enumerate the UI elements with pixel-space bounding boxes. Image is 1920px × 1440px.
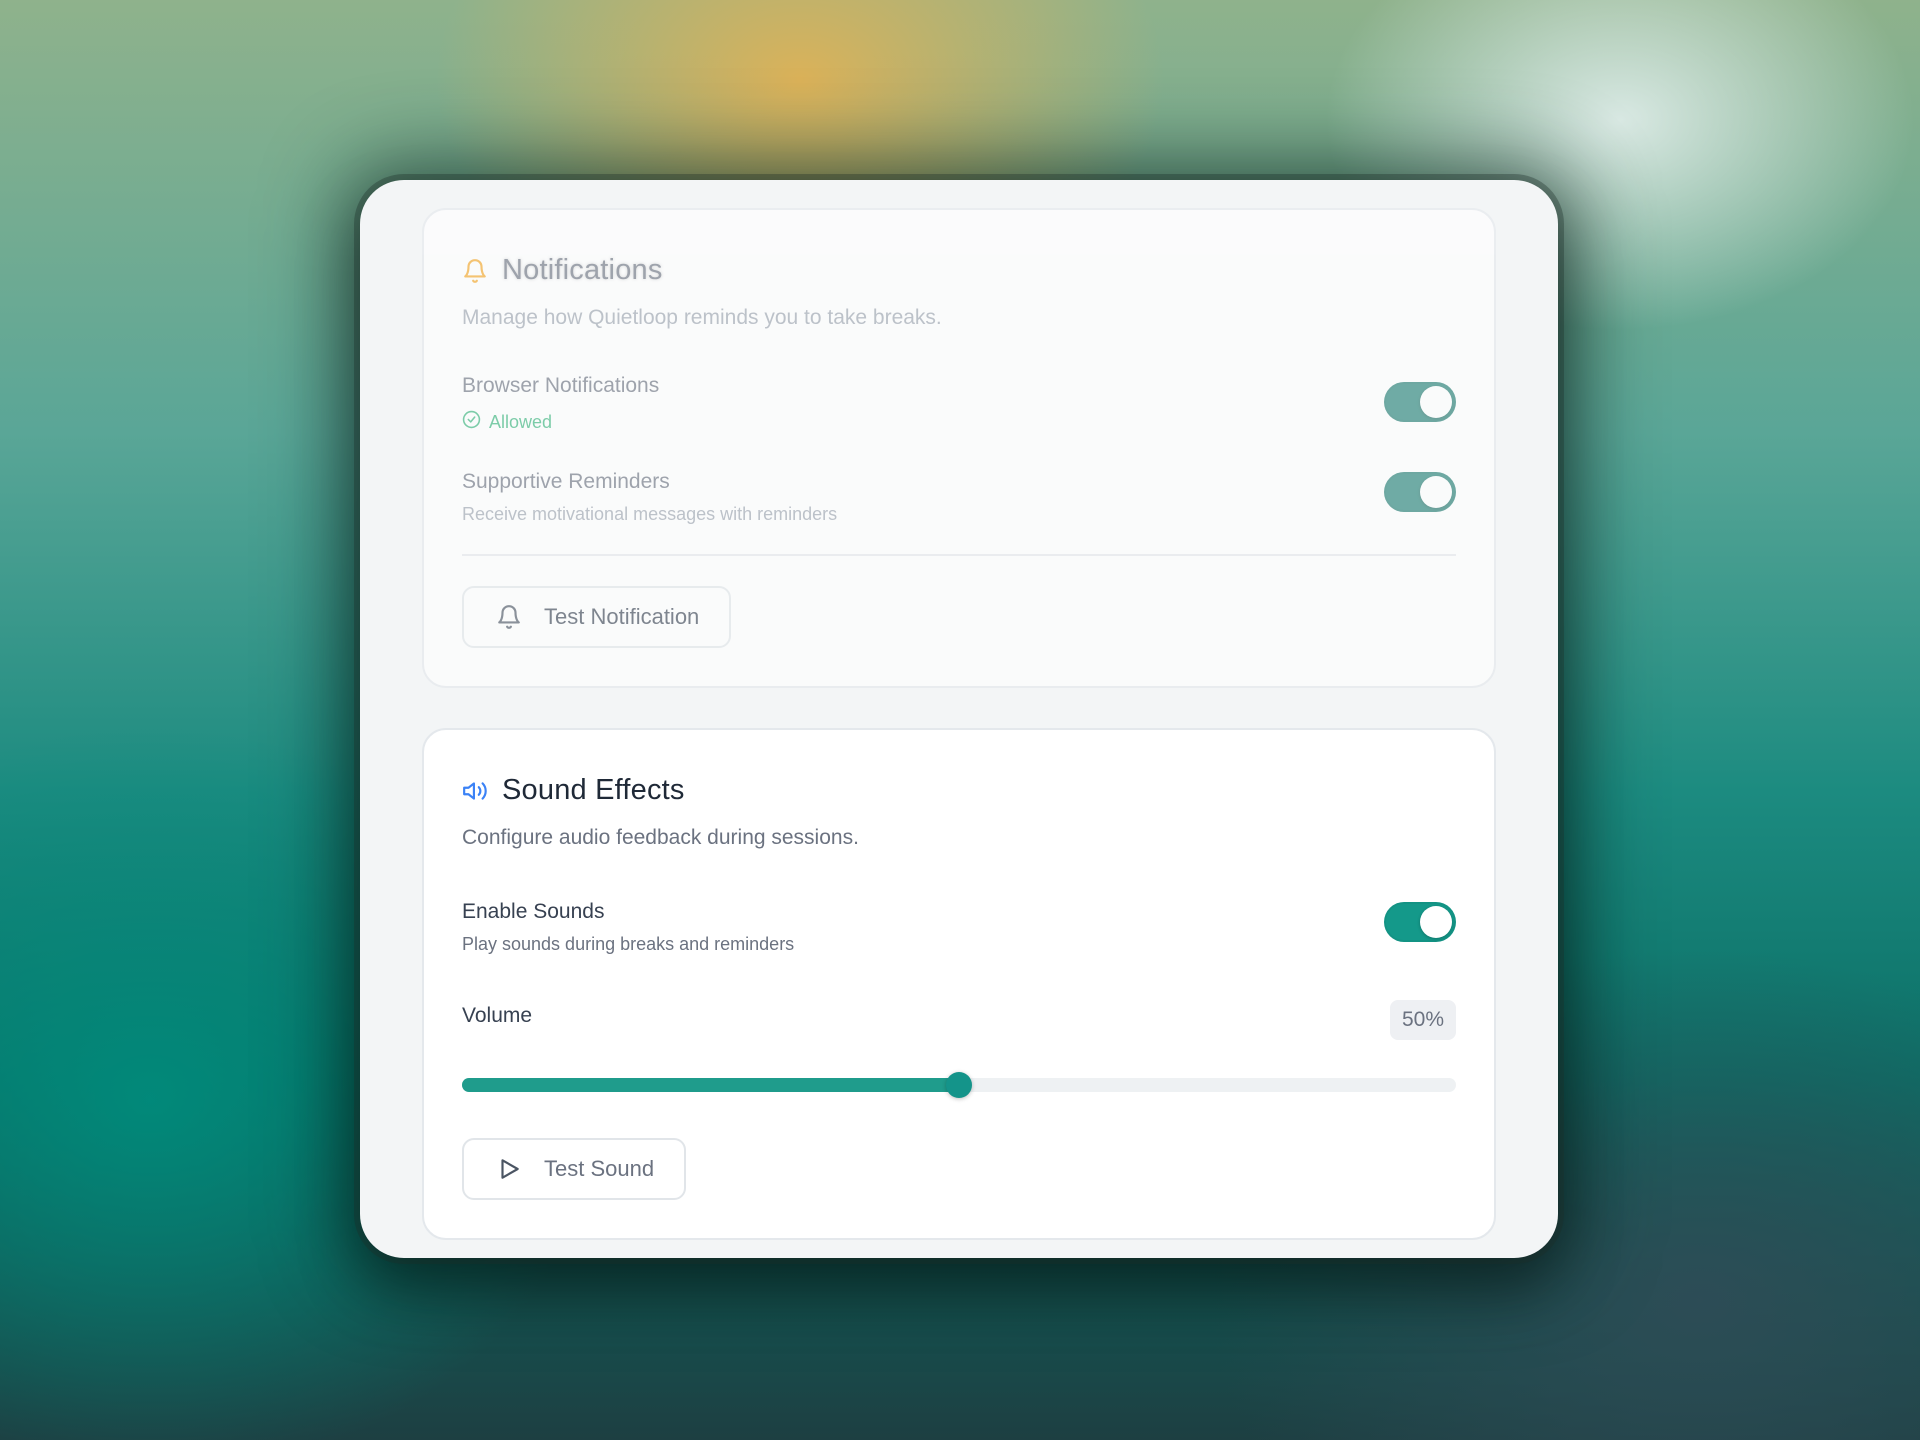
supportive-reminders-label: Supportive Reminders <box>462 470 670 493</box>
play-icon <box>496 1156 522 1182</box>
speaker-icon <box>462 778 488 804</box>
allowed-status-text: Allowed <box>489 411 553 432</box>
volume-value-badge: 50% <box>1389 1000 1456 1040</box>
bell-icon <box>496 604 522 630</box>
notifications-header: Notifications <box>462 254 663 287</box>
enable-sounds-toggle[interactable] <box>1384 902 1456 942</box>
volume-slider-fill <box>462 1078 959 1092</box>
test-notification-label: Test Notification <box>544 604 700 629</box>
browser-notifications-row: Browser Notifications Allowed <box>462 374 1456 434</box>
enable-sounds-label: Enable Sounds <box>462 900 605 923</box>
notifications-description: Manage how Quietloop reminds you to take… <box>462 306 942 329</box>
bell-icon <box>462 258 488 284</box>
sound-effects-title: Sound Effects <box>502 774 685 806</box>
supportive-reminders-toggle[interactable] <box>1384 472 1456 512</box>
notifications-title: Notifications <box>502 254 663 286</box>
supportive-reminders-description: Receive motivational messages with remin… <box>462 504 838 524</box>
volume-row: Volume 50% <box>462 1000 1456 1044</box>
volume-slider-thumb[interactable] <box>946 1072 972 1098</box>
volume-label: Volume <box>462 1004 533 1027</box>
browser-notifications-toggle[interactable] <box>1384 382 1456 422</box>
supportive-reminders-row: Supportive Reminders Receive motivationa… <box>462 470 1456 525</box>
sound-effects-header: Sound Effects <box>462 774 685 807</box>
notifications-card: Notifications Manage how Quietloop remin… <box>422 208 1496 688</box>
test-sound-label: Test Sound <box>544 1156 655 1181</box>
toggle-knob <box>1420 906 1452 938</box>
toggle-knob <box>1420 476 1452 508</box>
settings-window: Notifications Manage how Quietloop remin… <box>360 180 1558 1258</box>
browser-notifications-label: Browser Notifications <box>462 374 660 397</box>
sound-effects-card: Sound Effects Configure audio feedback d… <box>422 728 1496 1240</box>
test-sound-button[interactable]: Test Sound <box>462 1138 687 1200</box>
toggle-knob <box>1420 386 1452 418</box>
enable-sounds-description: Play sounds during breaks and reminders <box>462 934 795 954</box>
divider <box>462 554 1456 556</box>
volume-slider[interactable] <box>462 1072 1456 1098</box>
test-notification-button[interactable]: Test Notification <box>462 586 732 648</box>
check-circle-icon <box>462 410 481 434</box>
notification-permission-status: Allowed <box>462 410 1456 434</box>
enable-sounds-row: Enable Sounds Play sounds during breaks … <box>462 900 1456 955</box>
sound-effects-description: Configure audio feedback during sessions… <box>462 826 859 849</box>
